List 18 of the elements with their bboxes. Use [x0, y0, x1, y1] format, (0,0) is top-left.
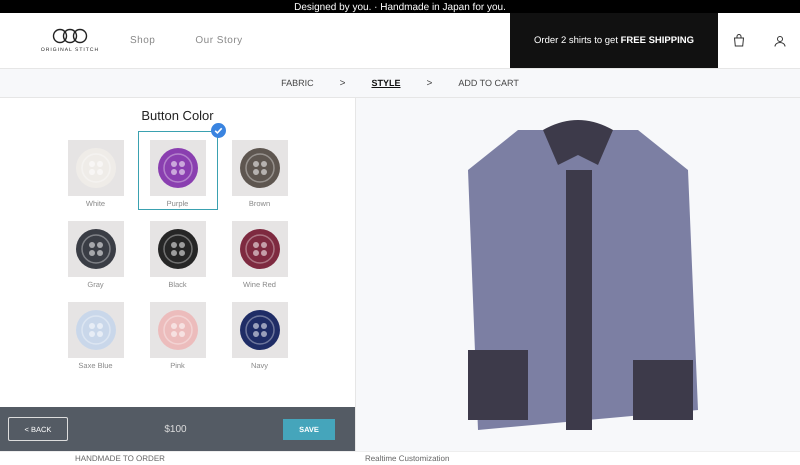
- chevron-icon: >: [340, 78, 346, 88]
- step-tab[interactable]: STYLE: [371, 78, 400, 88]
- panel-title: Button Color: [140, 108, 215, 123]
- feature-text: Realtime Customization: [364, 453, 450, 465]
- shopping-bag-icon[interactable]: [732, 34, 744, 47]
- announcement-text: Designed by you. · Handmade in Japan for you.: [294, 2, 506, 13]
- user-icon[interactable]: [774, 34, 786, 46]
- promo-banner[interactable]: Order 2 shirts to get FREE SHIPPING: [510, 13, 718, 68]
- nav-link[interactable]: Our Story: [195, 35, 243, 46]
- feature-text: HANDMADE TO ORDER: [75, 453, 165, 465]
- chevron-icon: >: [426, 78, 432, 88]
- promo-text: Order 2 shirts to get FREE SHIPPING: [534, 35, 694, 46]
- logo-icon[interactable]: [52, 28, 88, 44]
- step-tab[interactable]: ADD TO CART: [458, 78, 519, 88]
- nav-link[interactable]: Shop: [130, 35, 156, 46]
- price-text: $100: [164, 424, 187, 434]
- checkmark-icon: [210, 123, 226, 138]
- step-tab[interactable]: FABRIC: [281, 78, 314, 88]
